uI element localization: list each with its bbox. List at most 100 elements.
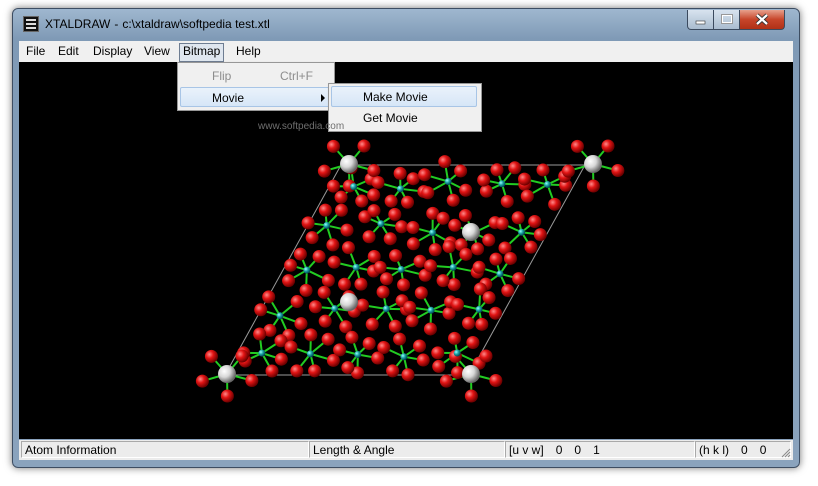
menu-display[interactable]: Display bbox=[90, 43, 135, 60]
oxygen-atom bbox=[290, 364, 304, 378]
oxygen-atom bbox=[520, 189, 534, 203]
file-path: c:\xtaldraw\softpedia test.xtl bbox=[122, 17, 270, 31]
oxygen-atom bbox=[413, 339, 427, 353]
heavy-atom bbox=[462, 365, 480, 383]
oxygen-atom bbox=[393, 166, 407, 180]
oxygen-atom bbox=[454, 164, 468, 178]
oxygen-atom bbox=[341, 361, 355, 375]
menu-item-make-movie[interactable]: Make Movie bbox=[331, 86, 477, 107]
cation-atom bbox=[382, 305, 390, 313]
menu-item-flip[interactable]: Flip Ctrl+F bbox=[180, 66, 330, 86]
oxygen-atom bbox=[448, 331, 462, 345]
oxygen-atom bbox=[611, 164, 625, 178]
softpedia-watermark: www.softpedia.com bbox=[258, 121, 345, 132]
hkl-k: 0 bbox=[759, 443, 767, 457]
oxygen-atom bbox=[424, 259, 438, 273]
oxygen-atom bbox=[282, 274, 296, 288]
menu-bar: File Edit Display View Bitmap Help bbox=[19, 41, 793, 62]
cation-atom bbox=[396, 185, 404, 193]
cation-atom bbox=[518, 228, 526, 236]
menu-item-movie[interactable]: Movie bbox=[180, 87, 330, 107]
oxygen-atom bbox=[373, 260, 387, 274]
menu-bitmap[interactable]: Bitmap bbox=[179, 43, 225, 62]
oxygen-atom bbox=[464, 389, 478, 403]
oxygen-atom bbox=[220, 389, 234, 403]
oxygen-atom bbox=[450, 297, 464, 311]
oxygen-atom bbox=[357, 139, 371, 153]
oxygen-atom bbox=[290, 295, 304, 309]
oxygen-atom bbox=[312, 249, 326, 263]
maximize-button[interactable] bbox=[713, 10, 741, 30]
oxygen-atom bbox=[305, 231, 319, 245]
bitmap-dropdown-menu: Flip Ctrl+F Movie bbox=[177, 62, 335, 111]
oxygen-atom bbox=[384, 194, 398, 208]
menu-item-get-movie[interactable]: Get Movie bbox=[331, 108, 477, 129]
heavy-atom bbox=[462, 223, 480, 241]
app-window: XTALDRAW - c:\xtaldraw\softpedia test.xtl … bbox=[12, 8, 800, 468]
oxygen-atom bbox=[533, 228, 547, 242]
menu-edit[interactable]: Edit bbox=[55, 43, 82, 60]
oxygen-atom bbox=[403, 300, 417, 314]
title-separator: - bbox=[114, 17, 119, 31]
uvw-label: [u v w] bbox=[509, 443, 544, 457]
app-name: XTALDRAW bbox=[45, 17, 111, 31]
oxygen-atom bbox=[436, 274, 450, 288]
oxygen-atom bbox=[459, 183, 473, 197]
minimize-button[interactable] bbox=[687, 10, 715, 30]
oxygen-atom bbox=[340, 223, 354, 237]
oxygen-atom bbox=[488, 306, 502, 320]
oxygen-atom bbox=[479, 349, 493, 363]
cation-atom bbox=[276, 312, 284, 320]
oxygen-atom bbox=[524, 240, 538, 254]
oxygen-atom bbox=[418, 168, 432, 182]
oxygen-atom bbox=[405, 314, 419, 328]
cation-atom bbox=[429, 229, 437, 237]
oxygen-atom bbox=[338, 277, 352, 291]
oxygen-atom bbox=[489, 374, 503, 388]
oxygen-atom bbox=[371, 175, 385, 189]
uvw-field: [u v w] 0 0 1 bbox=[505, 441, 695, 458]
hkl-h: 0 bbox=[741, 443, 748, 457]
cation-atom bbox=[306, 350, 314, 358]
resize-grip-icon[interactable] bbox=[781, 448, 791, 458]
uvw-u: 0 bbox=[555, 443, 563, 457]
oxygen-atom bbox=[462, 316, 476, 330]
cation-atom bbox=[303, 266, 311, 274]
cation-atom bbox=[449, 263, 457, 271]
oxygen-atom bbox=[482, 233, 496, 247]
oxygen-atom bbox=[333, 343, 347, 357]
atom-information-field: Atom Information bbox=[21, 441, 309, 458]
oxygen-atom bbox=[397, 278, 411, 292]
oxygen-atom bbox=[334, 190, 348, 204]
oxygen-atom bbox=[401, 368, 415, 382]
oxygen-atom bbox=[438, 155, 452, 169]
oxygen-atom bbox=[274, 352, 288, 366]
oxygen-atom bbox=[284, 258, 298, 272]
menu-view[interactable]: View bbox=[141, 43, 173, 60]
oxygen-atom bbox=[341, 241, 355, 255]
oxygen-atom bbox=[317, 164, 331, 178]
oxygen-atom bbox=[354, 277, 368, 291]
oxygen-atom bbox=[365, 317, 379, 331]
oxygen-atom bbox=[423, 322, 437, 336]
oxygen-atom bbox=[428, 243, 442, 257]
oxygen-atom bbox=[326, 139, 340, 153]
oxygen-atom bbox=[317, 285, 331, 299]
oxygen-atom bbox=[517, 172, 531, 186]
movie-submenu: Make Movie Get Movie bbox=[328, 83, 482, 132]
oxygen-atom bbox=[548, 197, 562, 211]
app-icon[interactable] bbox=[23, 16, 39, 32]
oxygen-atom bbox=[442, 240, 456, 254]
oxygen-atom bbox=[388, 207, 402, 221]
oxygen-atom bbox=[377, 340, 391, 354]
cation-atom bbox=[496, 270, 504, 278]
oxygen-atom bbox=[367, 204, 381, 218]
oxygen-atom bbox=[561, 164, 575, 178]
oxygen-atom bbox=[406, 221, 420, 235]
title-bar[interactable]: XTALDRAW - c:\xtaldraw\softpedia test.xtl bbox=[13, 9, 799, 39]
oxygen-atom bbox=[355, 194, 369, 208]
close-button[interactable] bbox=[739, 10, 785, 30]
menu-file[interactable]: File bbox=[23, 43, 48, 60]
cation-atom bbox=[352, 263, 360, 271]
menu-help[interactable]: Help bbox=[233, 43, 264, 60]
